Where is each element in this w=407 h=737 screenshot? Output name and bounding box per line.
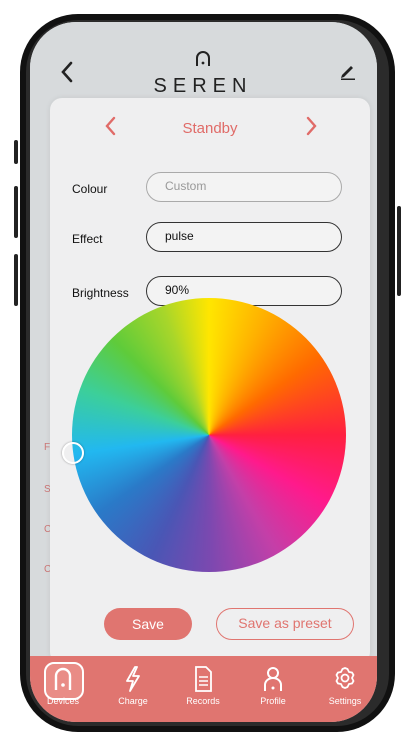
- profile-icon: [264, 667, 282, 691]
- tab-charge[interactable]: Charge: [100, 664, 166, 706]
- side-button: [14, 140, 18, 164]
- edit-button[interactable]: [339, 62, 357, 85]
- effect-field[interactable]: pulse: [146, 222, 342, 252]
- lighting-mode-modal: Standby Colour Custom Effect pulse Brigh…: [50, 98, 370, 664]
- colour-label: Colour: [72, 182, 108, 196]
- document-icon: [195, 666, 212, 692]
- tab-profile-label: Profile: [260, 696, 286, 706]
- app-screen: SEREN F S C C Standby Colour Custom Effe…: [30, 22, 377, 722]
- next-mode-button[interactable]: [306, 116, 318, 142]
- tab-settings-label: Settings: [328, 696, 362, 706]
- tab-profile[interactable]: Profile: [240, 664, 306, 706]
- volume-down-button: [14, 254, 18, 306]
- brightness-label: Brightness: [72, 286, 129, 300]
- chevron-left-icon: [61, 61, 73, 83]
- tab-records[interactable]: Records: [170, 664, 236, 706]
- colour-wheel[interactable]: [72, 298, 346, 572]
- chevron-right-icon: [306, 116, 317, 136]
- lightning-icon: [126, 666, 140, 692]
- mode-navigator: Standby: [50, 116, 370, 146]
- logo-text: SEREN: [153, 75, 253, 97]
- save-as-preset-button[interactable]: Save as preset: [216, 608, 354, 640]
- back-button[interactable]: [60, 60, 74, 90]
- mode-title: Standby: [182, 120, 238, 137]
- save-button[interactable]: Save: [104, 608, 192, 640]
- tab-settings[interactable]: Settings: [312, 664, 377, 706]
- effect-label: Effect: [72, 232, 103, 246]
- tab-charge-label: Charge: [118, 696, 148, 706]
- seren-logo: SEREN: [148, 50, 258, 98]
- app-header: SEREN: [30, 22, 377, 100]
- volume-up-button: [14, 186, 18, 238]
- colour-wheel-handle[interactable]: [62, 442, 84, 464]
- tab-devices-label: Devices: [46, 696, 79, 706]
- tab-devices[interactable]: Devices: [30, 664, 96, 706]
- bottom-tab-bar: Devices Charge Records Profile Settings: [30, 656, 377, 722]
- device-icon: [54, 667, 72, 690]
- gear-icon: [335, 667, 355, 689]
- tab-records-label: Records: [186, 696, 220, 706]
- logo-mark-icon: [196, 51, 210, 66]
- pencil-icon: [341, 66, 355, 80]
- power-button: [397, 206, 401, 296]
- colour-field[interactable]: Custom: [146, 172, 342, 202]
